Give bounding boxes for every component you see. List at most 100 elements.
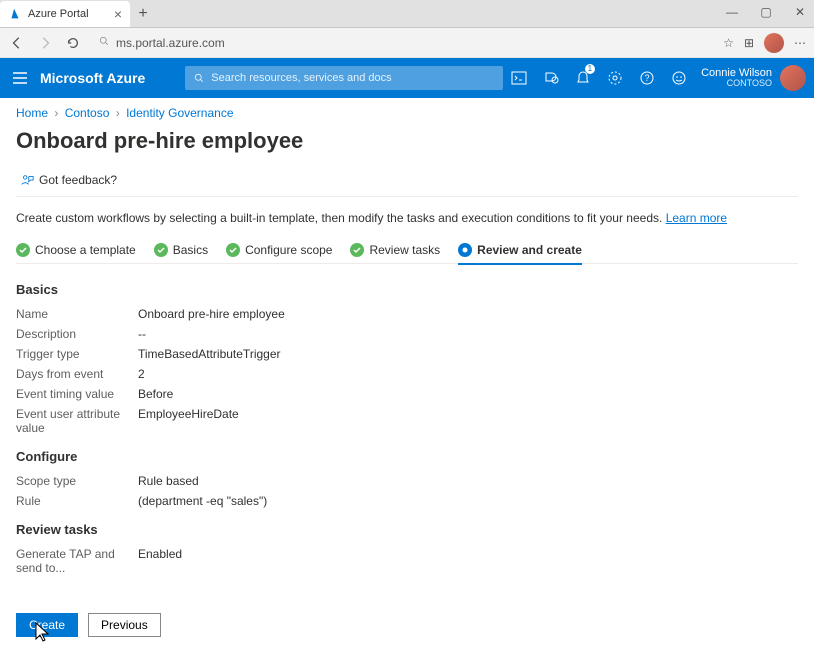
kv-row: Days from event2 bbox=[16, 367, 798, 381]
command-bar: Got feedback? bbox=[16, 170, 798, 197]
breadcrumb-contoso[interactable]: Contoso bbox=[65, 106, 110, 120]
section-configure: Configure Scope typeRule basedRule(depar… bbox=[16, 449, 798, 508]
window-controls: — ▢ ✕ bbox=[722, 0, 810, 24]
kv-key: Event timing value bbox=[16, 387, 138, 401]
kv-value: TimeBasedAttributeTrigger bbox=[138, 347, 281, 361]
search-icon bbox=[98, 35, 110, 50]
notifications-icon[interactable]: 1 bbox=[567, 58, 599, 98]
feedback-icon[interactable] bbox=[663, 58, 695, 98]
breadcrumb-home[interactable]: Home bbox=[16, 106, 48, 120]
close-tab-icon[interactable]: × bbox=[114, 6, 122, 22]
wizard-steps: Choose a template Basics Configure scope Re… bbox=[16, 243, 798, 264]
user-tenant: CONTOSO bbox=[701, 79, 772, 89]
breadcrumb-identity-governance[interactable]: Identity Governance bbox=[126, 106, 233, 120]
basics-title: Basics bbox=[16, 282, 798, 297]
kv-row: Generate TAP and send to...Enabled bbox=[16, 547, 798, 575]
new-tab-button[interactable]: + bbox=[130, 1, 156, 27]
review-title: Review tasks bbox=[16, 522, 798, 537]
directories-icon[interactable] bbox=[535, 58, 567, 98]
kv-value: -- bbox=[138, 327, 146, 341]
page-title: Onboard pre-hire employee bbox=[16, 128, 798, 154]
favorites-icon[interactable]: ☆ bbox=[723, 36, 734, 50]
step-3[interactable]: Review tasks bbox=[350, 243, 440, 257]
kv-row: Description-- bbox=[16, 327, 798, 341]
feedback-person-icon bbox=[20, 173, 34, 187]
kv-key: Description bbox=[16, 327, 138, 341]
kv-value: Onboard pre-hire employee bbox=[138, 307, 285, 321]
kv-value: Enabled bbox=[138, 547, 182, 575]
check-icon bbox=[16, 243, 30, 257]
url-text: ms.portal.azure.com bbox=[116, 36, 225, 50]
kv-key: Name bbox=[16, 307, 138, 321]
settings-icon[interactable] bbox=[599, 58, 631, 98]
step-label: Choose a template bbox=[35, 243, 136, 257]
azure-top-bar: Microsoft Azure 1 ? Connie Wilson CONTOS… bbox=[0, 58, 814, 98]
kv-key: Trigger type bbox=[16, 347, 138, 361]
profile-avatar[interactable] bbox=[764, 33, 784, 53]
kv-row: Event timing valueBefore bbox=[16, 387, 798, 401]
tab-title: Azure Portal bbox=[28, 8, 108, 20]
user-avatar[interactable] bbox=[780, 65, 806, 91]
check-icon bbox=[154, 243, 168, 257]
brand-label[interactable]: Microsoft Azure bbox=[40, 70, 145, 86]
address-bar[interactable]: ms.portal.azure.com bbox=[92, 32, 713, 54]
user-block[interactable]: Connie Wilson CONTOSO bbox=[701, 67, 772, 89]
configure-title: Configure bbox=[16, 449, 798, 464]
kv-key: Days from event bbox=[16, 367, 138, 381]
step-4[interactable]: Review and create bbox=[458, 243, 582, 265]
search-icon bbox=[193, 72, 205, 84]
cloud-shell-icon[interactable] bbox=[503, 58, 535, 98]
footer-buttons: Create Previous bbox=[16, 613, 161, 637]
close-window-icon[interactable]: ✕ bbox=[790, 5, 810, 19]
kv-row: Trigger typeTimeBasedAttributeTrigger bbox=[16, 347, 798, 361]
feedback-label: Got feedback? bbox=[39, 173, 117, 187]
kv-key: Scope type bbox=[16, 474, 138, 488]
kv-key: Generate TAP and send to... bbox=[16, 547, 138, 575]
create-button[interactable]: Create bbox=[16, 613, 78, 637]
previous-button[interactable]: Previous bbox=[88, 613, 161, 637]
step-0[interactable]: Choose a template bbox=[16, 243, 136, 257]
refresh-button[interactable] bbox=[64, 34, 82, 52]
feedback-button[interactable]: Got feedback? bbox=[16, 170, 121, 190]
minimize-icon[interactable]: — bbox=[722, 5, 742, 19]
check-icon bbox=[226, 243, 240, 257]
step-label: Configure scope bbox=[245, 243, 332, 257]
breadcrumb: Home › Contoso › Identity Governance bbox=[0, 98, 814, 128]
section-basics: Basics NameOnboard pre-hire employeeDesc… bbox=[16, 282, 798, 435]
info-text: Create custom workflows by selecting a b… bbox=[16, 211, 798, 225]
back-button[interactable] bbox=[8, 34, 26, 52]
browser-tab[interactable]: Azure Portal × bbox=[0, 1, 130, 27]
kv-row: Rule(department -eq "sales") bbox=[16, 494, 798, 508]
kv-key: Rule bbox=[16, 494, 138, 508]
browser-menu-icon[interactable]: ⋯ bbox=[794, 36, 806, 50]
search-input[interactable] bbox=[211, 72, 495, 84]
step-number-icon bbox=[458, 243, 472, 257]
help-icon[interactable]: ? bbox=[631, 58, 663, 98]
step-label: Review and create bbox=[477, 243, 582, 257]
azure-favicon-icon bbox=[8, 7, 22, 21]
kv-value: 2 bbox=[138, 367, 145, 381]
step-2[interactable]: Configure scope bbox=[226, 243, 332, 257]
kv-value: (department -eq "sales") bbox=[138, 494, 267, 508]
kv-value: Rule based bbox=[138, 474, 199, 488]
step-1[interactable]: Basics bbox=[154, 243, 208, 257]
browser-tab-bar: Azure Portal × + — ▢ ✕ bbox=[0, 0, 814, 28]
kv-value: Before bbox=[138, 387, 173, 401]
browser-toolbar: ms.portal.azure.com ☆ ⊞ ⋯ bbox=[0, 28, 814, 58]
svg-text:?: ? bbox=[645, 73, 650, 83]
hamburger-menu[interactable] bbox=[0, 58, 40, 98]
check-icon bbox=[350, 243, 364, 257]
kv-row: NameOnboard pre-hire employee bbox=[16, 307, 798, 321]
kv-row: Event user attribute valueEmployeeHireDa… bbox=[16, 407, 798, 435]
step-label: Review tasks bbox=[369, 243, 440, 257]
step-label: Basics bbox=[173, 243, 208, 257]
kv-value: EmployeeHireDate bbox=[138, 407, 239, 435]
global-search[interactable] bbox=[185, 66, 503, 90]
kv-key: Event user attribute value bbox=[16, 407, 138, 435]
learn-more-link[interactable]: Learn more bbox=[666, 211, 727, 225]
kv-row: Scope typeRule based bbox=[16, 474, 798, 488]
notification-badge: 1 bbox=[585, 64, 595, 74]
maximize-icon[interactable]: ▢ bbox=[756, 5, 776, 19]
extensions-icon[interactable]: ⊞ bbox=[744, 36, 754, 50]
forward-button[interactable] bbox=[36, 34, 54, 52]
